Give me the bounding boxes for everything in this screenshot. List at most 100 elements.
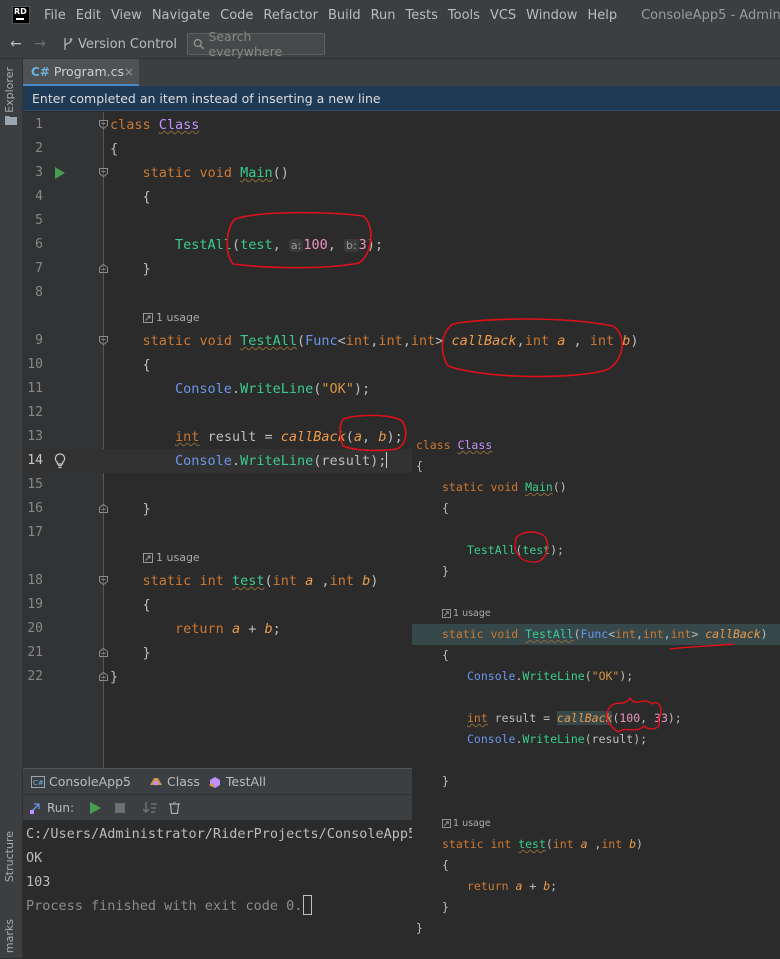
code-line[interactable]: 9 static void TestAll(Func<int,int,int> … [23,329,780,353]
fold-marker-icon[interactable] [99,504,108,513]
fold-marker-icon[interactable] [99,336,108,345]
breadcrumb-class[interactable]: Class [149,774,200,789]
info-notice: Enter completed an item instead of inser… [23,86,780,111]
menu-vcs[interactable]: VCS [490,8,516,23]
menu-edit[interactable]: Edit [76,8,101,23]
menu-refactor[interactable]: Refactor [263,8,318,23]
code-line[interactable]: 12 [23,401,780,425]
code-text: } [142,501,151,517]
tab-program-cs[interactable]: C# Program.cs × [23,59,139,87]
back-arrow-icon[interactable]: ← [8,36,24,52]
fold-marker-icon[interactable] [99,168,108,177]
fold-marker-icon[interactable] [99,648,108,657]
code-text: } [142,645,151,661]
search-icon [193,38,204,50]
breadcrumb-method[interactable]: TestAll [208,774,266,789]
fold-marker-icon[interactable] [99,672,108,681]
code-text: { [142,357,151,373]
code-text: class Class [110,117,200,133]
left-tool-strip: Explorer Structure marks [0,59,23,958]
code-line[interactable]: 8 [23,281,780,305]
rerun-icon[interactable] [90,801,102,814]
fold-marker-icon[interactable] [99,120,108,129]
lightbulb-icon[interactable] [54,453,66,469]
bookmarks-tool-tab[interactable]: marks [3,919,16,953]
close-tab-icon[interactable]: × [124,65,134,79]
line-number: 22 [27,669,43,684]
code-text: TestAll(test, a: 100, b: 3); [175,237,384,253]
menu-tests[interactable]: Tests [406,8,438,23]
console-output[interactable]: C:/Users/Administrator/RiderProjects/Con… [23,820,416,959]
console-line: C:/Users/Administrator/RiderProjects/Con… [26,826,417,842]
forward-arrow-icon[interactable]: → [32,36,48,52]
code-line[interactable]: 5 [23,209,780,233]
overlay-code-line: { [442,501,449,515]
line-number: 8 [35,285,43,300]
folder-icon[interactable] [5,115,17,125]
overlay-code-line: TestAll(test); [467,543,564,557]
code-line[interactable]: 2 { [23,137,780,161]
overlay-usage-hint: 1 usage [442,608,491,619]
line-number: 13 [27,429,43,444]
run-tool-window: C# ConsoleApp5 Class TestAll Run: C:/Use… [23,768,416,959]
overlay-code-line: return a + b; [467,879,558,893]
overlay-code-line: static int test(int a ,int b) [442,837,643,851]
code-line[interactable]: 7 } [23,257,780,281]
structure-tool-tab[interactable]: Structure [3,831,16,882]
menu-view[interactable]: View [111,8,142,23]
overlay-code-line: Console.WriteLine(result); [467,732,648,746]
csharp-project-icon: C# [31,775,45,788]
line-number: 15 [27,477,43,492]
menu-navigate[interactable]: Navigate [152,8,210,23]
run-toolbar: Run: [23,794,412,820]
overlay-code-line: } [442,774,449,788]
code-text: Console.WriteLine(result); [175,452,388,469]
fold-marker-icon[interactable] [99,264,108,273]
code-text: return a + b; [175,621,281,637]
search-everywhere-input[interactable]: Search everywhere [186,29,325,59]
menu-code[interactable]: Code [220,8,253,23]
code-text: } [142,261,151,277]
breadcrumb-project[interactable]: C# ConsoleApp5 [31,774,131,789]
line-number: 5 [35,213,43,228]
trash-icon[interactable] [169,801,181,814]
usage-icon [143,313,153,323]
code-line[interactable]: 11 Console.WriteLine("OK"); [23,377,780,401]
explorer-tool-tab[interactable]: Explorer [3,67,16,113]
overlay-code-line: { [442,648,449,662]
code-line[interactable]: 1 class Class [23,113,780,137]
usage-hint[interactable]: 1 usage [143,548,200,568]
parameter-hint: b: [343,239,359,252]
run-gutter-icon[interactable] [55,167,65,179]
fold-marker-icon[interactable] [99,576,108,585]
code-line[interactable]: 3 static void Main() [23,161,780,185]
usage-hint[interactable]: 1 usage [143,308,200,328]
line-number: 2 [35,141,43,156]
stop-icon[interactable] [115,802,126,813]
menu-run[interactable]: Run [371,8,396,23]
menu-build[interactable]: Build [328,8,361,23]
menu-file[interactable]: File [44,8,66,23]
rider-logo-icon: RD [12,6,30,24]
line-number: 4 [35,189,43,204]
line-number: 12 [27,405,43,420]
line-number: 21 [27,645,43,660]
code-text: Console.WriteLine("OK"); [175,381,371,397]
line-number: 9 [35,333,43,348]
console-cursor [303,895,313,915]
menu-help[interactable]: Help [587,8,617,23]
line-number: 6 [35,237,43,252]
sort-icon[interactable] [143,801,158,814]
menu-window[interactable]: Window [526,8,577,23]
breadcrumb: C# ConsoleApp5 Class TestAll [23,769,412,794]
code-text: { [142,597,151,613]
overlay-code-line: class Class [416,438,493,452]
code-line[interactable]: 4 { [23,185,780,209]
code-text: static void Main() [142,165,289,181]
version-control-button[interactable]: Version Control [62,37,177,52]
menu-tools[interactable]: Tools [448,8,480,23]
code-text: int result = callBack(a, b); [175,429,403,445]
console-line: 103 [26,874,51,890]
code-line[interactable]: 10 { [23,353,780,377]
code-line[interactable]: 6 TestAll(test, a: 100, b: 3); [23,233,780,257]
